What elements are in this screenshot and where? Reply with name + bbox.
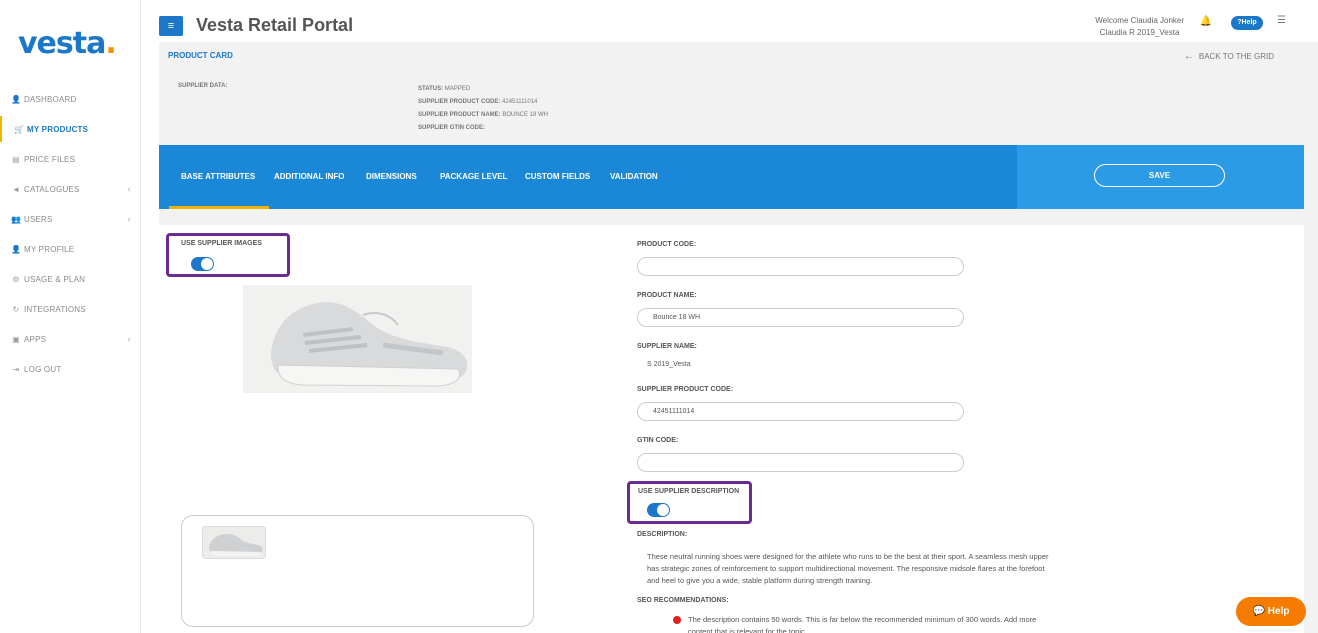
chat-bubble-icon: 💬 xyxy=(1252,606,1265,617)
description-text: These neutral running shoes were designe… xyxy=(647,552,1049,585)
chevron-left-icon: ‹ xyxy=(127,184,131,194)
cart-icon: 🛒 xyxy=(14,124,25,134)
users-icon: 👥 xyxy=(11,214,22,224)
sidebar-item-price-files[interactable]: ▤ PRICE FILES xyxy=(0,144,141,174)
sync-icon: ↻ xyxy=(12,304,20,314)
person-icon: 👤 xyxy=(11,94,22,104)
person-icon: 👤 xyxy=(11,244,22,254)
welcome-text: Welcome Claudia Jonker Claudia R 2019_Ve… xyxy=(1095,16,1184,37)
toggle-knob xyxy=(201,258,213,270)
seo-recommendations-label: SEO RECOMMENDATIONS: xyxy=(637,597,729,604)
status-value: MAPPED xyxy=(444,86,471,92)
gtin-code-input[interactable] xyxy=(637,453,964,472)
supplier-product-code-input[interactable]: 42451111014 xyxy=(637,402,964,421)
top-bar: ≡ Vesta Retail Portal Welcome Claudia Jo… xyxy=(141,0,1318,42)
vesta-logo[interactable]: vesta. xyxy=(18,26,117,61)
sidebar-item-catalogues[interactable]: ◄ CATALOGUES ‹ xyxy=(0,174,141,204)
product-name-input[interactable]: Bounce 18 WH xyxy=(637,308,964,327)
supplier-info: STATUS: MAPPED SUPPLIER PRODUCT CODE: 42… xyxy=(418,86,549,131)
base-attributes-panel: USE SUPPLIER IMAGES PRODUCT CODE: PRODUC… xyxy=(159,225,1304,633)
chevron-left-icon: ‹ xyxy=(127,214,131,224)
floating-help-button[interactable]: 💬 Help xyxy=(1236,597,1306,626)
logout-icon: ⇥ xyxy=(12,364,20,374)
sidebar-item-my-products[interactable]: 🛒 MY PRODUCTS xyxy=(0,114,141,144)
supplier-name-value: S 2019_Vesta xyxy=(647,361,691,368)
toggle-knob xyxy=(657,504,669,516)
use-supplier-description-label: USE SUPPLIER DESCRIPTION xyxy=(638,488,740,495)
sidebar-item-apps[interactable]: ▣ APPS ‹ xyxy=(0,324,141,354)
gtin-code-label: GTIN CODE: xyxy=(637,437,679,444)
page-title: Vesta Retail Portal xyxy=(196,15,354,35)
shoe-illustration xyxy=(243,285,472,393)
tab-bar: BASE ATTRIBUTES ADDITIONAL INFO DIMENSIO… xyxy=(159,145,1304,209)
save-area: SAVE xyxy=(1017,145,1304,209)
list-menu-icon[interactable]: ☰ xyxy=(1277,15,1286,26)
gear-icon: ⚙ xyxy=(12,274,20,284)
tab-validation[interactable]: VALIDATION xyxy=(610,145,658,209)
supplier-name-label: SUPPLIER NAME: xyxy=(637,343,697,350)
sidebar-item-dashboard[interactable]: 👤 DASHBOARD xyxy=(0,84,141,114)
image-thumbnail[interactable] xyxy=(202,526,266,559)
supplier-name-value: BOUNCE 18 WH xyxy=(502,112,549,118)
help-button[interactable]: ?Help xyxy=(1231,16,1263,30)
description-label: DESCRIPTION: xyxy=(637,531,688,538)
sidebar-item-usage-plan[interactable]: ⚙ USAGE & PLAN xyxy=(0,264,141,294)
tab-dimensions[interactable]: DIMENSIONS xyxy=(366,145,417,209)
arrow-left-icon: ← xyxy=(1183,51,1194,62)
product-card-content: PRODUCT CARD ← BACK TO THE GRID SUPPLIER … xyxy=(159,42,1318,633)
product-card-title: PRODUCT CARD xyxy=(168,51,233,60)
app: vesta. 👤 DASHBOARD 🛒 MY PRODUCTS ▤ PRICE FI… xyxy=(0,0,1318,633)
sidebar-item-users[interactable]: 👥 USERS ‹ xyxy=(0,204,141,234)
use-supplier-images-label: USE SUPPLIER IMAGES xyxy=(181,240,262,247)
supplier-data-label: SUPPLIER DATA: xyxy=(178,83,228,89)
save-button[interactable]: SAVE xyxy=(1094,164,1225,187)
chevron-left-icon: ‹ xyxy=(127,334,131,344)
image-gallery xyxy=(181,515,534,627)
tab-custom-fields[interactable]: CUSTOM FIELDS xyxy=(525,145,590,209)
tab-package-level[interactable]: PACKAGE LEVEL xyxy=(440,145,507,209)
file-icon: ▤ xyxy=(12,154,20,164)
use-supplier-description-toggle[interactable] xyxy=(647,503,670,517)
seo-error-indicator xyxy=(673,616,681,624)
tab-additional-info[interactable]: ADDITIONAL INFO xyxy=(274,145,345,209)
sidebar-item-log-out[interactable]: ⇥ LOG OUT xyxy=(0,354,141,384)
product-image xyxy=(243,285,472,393)
seo-recommendation-text: The description contains 50 words. This … xyxy=(688,615,1037,633)
megaphone-icon: ◄ xyxy=(11,184,21,194)
menu-icon: ≡ xyxy=(167,20,175,32)
supplier-product-code-label: SUPPLIER PRODUCT CODE: xyxy=(637,386,734,393)
supplier-code-value: 42451111014 xyxy=(502,99,538,105)
tab-base-attributes[interactable]: BASE ATTRIBUTES xyxy=(168,145,270,209)
product-name-label: PRODUCT NAME: xyxy=(637,292,697,299)
sidebar-item-my-profile[interactable]: 👤 MY PROFILE xyxy=(0,234,141,264)
shoe-thumbnail xyxy=(203,527,265,558)
sidebar-item-integrations[interactable]: ↻ INTEGRATIONS xyxy=(0,294,141,324)
sidebar: vesta. 👤 DASHBOARD 🛒 MY PRODUCTS ▤ PRICE FI… xyxy=(0,0,141,633)
sidebar-nav: 👤 DASHBOARD 🛒 MY PRODUCTS ▤ PRICE FILES ◄ CA… xyxy=(0,84,141,384)
use-supplier-images-toggle[interactable] xyxy=(191,257,214,271)
apps-icon: ▣ xyxy=(12,334,20,344)
hamburger-menu-button[interactable]: ≡ xyxy=(159,16,183,36)
bell-icon[interactable]: 🔔 xyxy=(1200,16,1212,27)
back-to-grid-link[interactable]: ← BACK TO THE GRID xyxy=(1184,51,1274,62)
product-code-input[interactable] xyxy=(637,257,964,276)
product-code-label: PRODUCT CODE: xyxy=(637,241,697,248)
